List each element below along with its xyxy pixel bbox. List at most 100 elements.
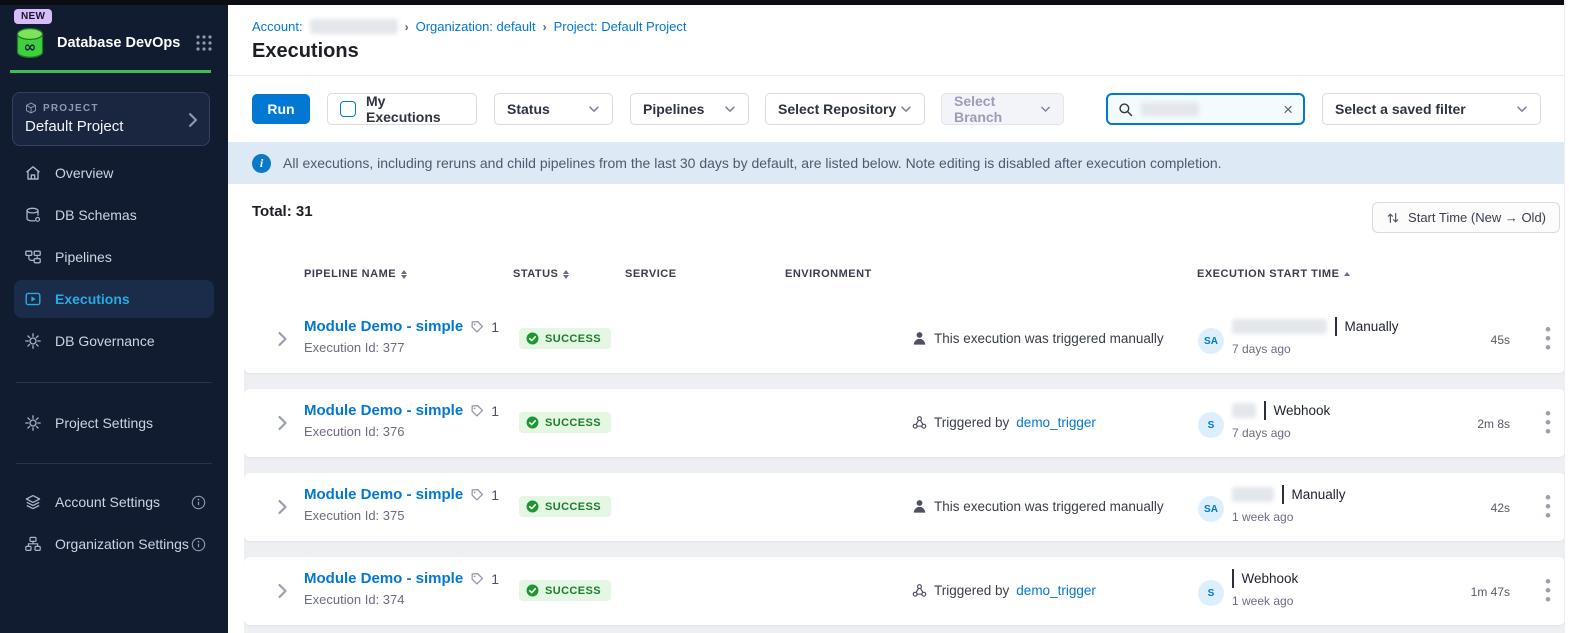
sidebar-item-label: DB Schemas <box>55 207 137 223</box>
scrollbar-track[interactable] <box>1564 0 1569 633</box>
execution-row[interactable]: Module Demo - simple 1 Execution Id: 377… <box>244 305 1565 373</box>
execution-row[interactable]: Module Demo - simple 1 Execution Id: 374… <box>244 557 1565 625</box>
tag-icon <box>470 320 484 334</box>
expand-chevron-icon[interactable] <box>276 415 289 431</box>
column-header-execution-start-time[interactable]: EXECUTION START TIME <box>1197 268 1350 280</box>
row-menu-icon[interactable]: ••• <box>1541 409 1555 436</box>
row-menu-icon[interactable]: ••• <box>1541 325 1555 352</box>
search-icon <box>1118 102 1133 117</box>
tag-icon <box>470 404 484 418</box>
repository-dropdown[interactable]: Select Repository <box>765 93 925 125</box>
sidebar-item-label: Account Settings <box>55 494 160 510</box>
info-icon[interactable] <box>191 537 206 552</box>
my-executions-filter[interactable]: My Executions <box>327 93 477 125</box>
trigger-info-manual: This execution was triggered manually <box>912 499 1164 514</box>
brand-title: Database DevOps <box>57 35 194 51</box>
trigger-link[interactable]: demo_trigger <box>1016 415 1096 430</box>
info-banner: i All executions, including reruns and c… <box>228 142 1564 184</box>
breadcrumb-organization-link[interactable]: Organization: default <box>416 19 536 34</box>
brand-underline <box>10 70 211 73</box>
sidebar-item-organization-settings[interactable]: Organization Settings <box>0 523 228 565</box>
sidebar-divider <box>16 463 212 464</box>
row-menu-icon[interactable]: ••• <box>1541 577 1555 604</box>
duration: 2m 8s <box>1440 417 1510 431</box>
person-icon <box>912 331 927 346</box>
module-grid-icon[interactable] <box>194 33 214 53</box>
governance-gear-icon <box>24 332 42 350</box>
pipeline-name-link[interactable]: Module Demo - simple <box>304 402 463 419</box>
sidebar-item-overview[interactable]: Overview <box>0 152 228 194</box>
sort-button-label: Start Time (New → Old) <box>1408 210 1546 225</box>
search-input[interactable]: × <box>1106 93 1305 125</box>
trigger-text: Triggered by <box>934 415 1009 430</box>
saved-filter-dropdown[interactable]: Select a saved filter <box>1322 93 1541 125</box>
page-header: Account: › Organization: default › Proje… <box>228 5 1569 76</box>
column-header-pipeline-name[interactable]: PIPELINE NAME <box>304 268 407 280</box>
account-settings-layers-icon <box>24 493 42 511</box>
trigger-mode: Webhook <box>1274 403 1331 418</box>
status-badge: SUCCESS <box>519 580 611 601</box>
execution-id: Execution Id: 374 <box>304 592 499 607</box>
database-devops-logo-icon: ∞ <box>12 26 48 60</box>
expand-chevron-icon[interactable] <box>276 583 289 599</box>
pipeline-name-link[interactable]: Module Demo - simple <box>304 570 463 587</box>
column-label: ENVIRONMENT <box>785 268 872 280</box>
window-top-strip <box>0 0 1564 5</box>
execution-row[interactable]: Module Demo - simple 1 Execution Id: 376… <box>244 389 1565 457</box>
webhook-icon <box>912 583 927 598</box>
project-cube-icon <box>25 102 37 114</box>
redacted-search-value <box>1141 102 1199 116</box>
pipelines-dropdown[interactable]: Pipelines <box>630 93 749 125</box>
chevron-down-icon <box>588 103 600 115</box>
organization-settings-icon <box>24 535 42 553</box>
column-header-status[interactable]: STATUS <box>513 268 569 280</box>
sidebar-item-db-governance[interactable]: DB Governance <box>0 320 228 362</box>
success-check-icon <box>526 332 539 345</box>
row-menu-icon[interactable]: ••• <box>1541 493 1555 520</box>
sidebar-item-label: Pipelines <box>55 249 112 265</box>
info-icon: i <box>252 154 271 173</box>
status-badge: SUCCESS <box>519 412 611 433</box>
sidebar-item-executions[interactable]: Executions <box>14 280 214 318</box>
sidebar-item-label: DB Governance <box>55 333 155 349</box>
execution-row[interactable]: Module Demo - simple 1 Execution Id: 375… <box>244 473 1565 541</box>
sidebar-item-account-settings[interactable]: Account Settings <box>0 481 228 523</box>
divider <box>1232 569 1234 588</box>
project-name: Default Project <box>25 118 197 135</box>
info-icon[interactable] <box>191 495 206 510</box>
trigger-info-webhook: Triggered by demo_trigger <box>912 415 1096 430</box>
breadcrumb-project-link[interactable]: Project: Default Project <box>554 19 687 34</box>
pipeline-name-link[interactable]: Module Demo - simple <box>304 318 463 335</box>
run-button[interactable]: Run <box>252 94 310 124</box>
sort-asc-icon <box>1344 272 1350 276</box>
project-label: PROJECT <box>43 103 99 114</box>
my-executions-label: My Executions <box>366 93 464 125</box>
total-count: Total: 31 <box>252 203 313 220</box>
redacted-account-name <box>310 19 398 34</box>
sidebar-item-db-schemas[interactable]: DB Schemas <box>0 194 228 236</box>
trigger-link[interactable]: demo_trigger <box>1016 583 1096 598</box>
my-executions-checkbox[interactable] <box>340 101 356 117</box>
sidebar-item-project-settings[interactable]: Project Settings <box>0 402 228 444</box>
clear-search-icon[interactable]: × <box>1283 101 1293 118</box>
breadcrumb-account-link[interactable]: Account: <box>252 19 303 34</box>
duration: 45s <box>1440 333 1510 347</box>
expand-chevron-icon[interactable] <box>276 331 289 347</box>
filter-toolbar: Run My Executions Status Pipelines Selec… <box>228 76 1569 142</box>
chevron-down-icon <box>1040 103 1051 115</box>
status-dropdown[interactable]: Status <box>494 93 613 125</box>
start-time-cell: Manually 1 week ago <box>1232 484 1346 524</box>
success-check-icon <box>526 584 539 597</box>
start-time-cell: Webhook 7 days ago <box>1232 400 1330 440</box>
redacted-user-name <box>1232 487 1274 502</box>
divider <box>1282 485 1284 504</box>
breadcrumb-separator: › <box>405 20 409 34</box>
tag-icon <box>470 488 484 502</box>
pipeline-name-link[interactable]: Module Demo - simple <box>304 486 463 503</box>
project-selector[interactable]: PROJECT Default Project <box>12 92 210 146</box>
expand-chevron-icon[interactable] <box>276 499 289 515</box>
sidebar-item-pipelines[interactable]: Pipelines <box>0 236 228 278</box>
chevron-down-icon <box>1516 103 1528 115</box>
sidebar-divider <box>16 382 212 383</box>
sort-button[interactable]: Start Time (New → Old) <box>1372 202 1560 233</box>
